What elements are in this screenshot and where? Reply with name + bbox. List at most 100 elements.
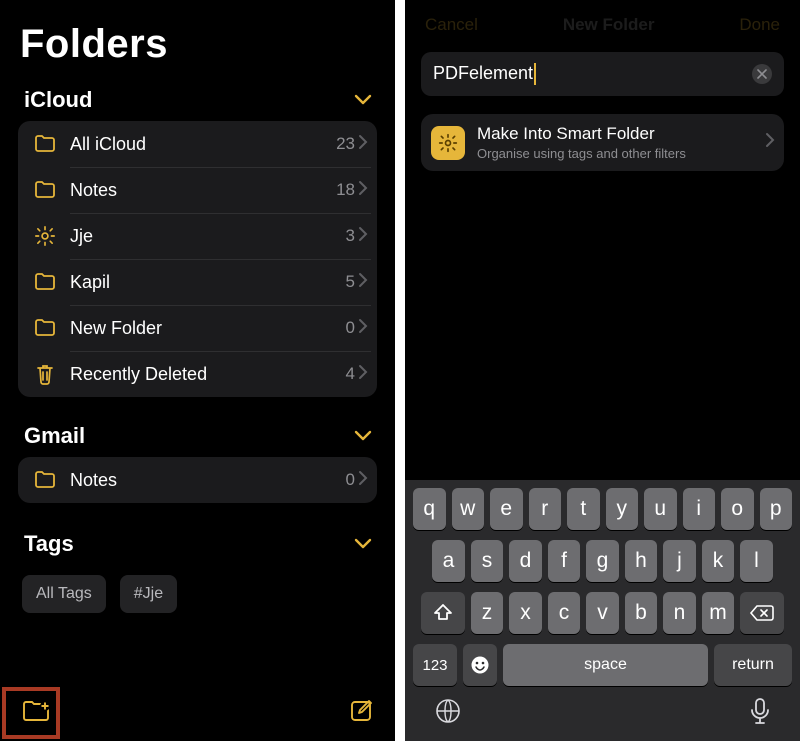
key-l[interactable]: l: [740, 540, 773, 582]
folder-count: 0: [346, 318, 355, 338]
key-k[interactable]: k: [702, 540, 735, 582]
key-t[interactable]: t: [567, 488, 600, 530]
chevron-right-icon: [359, 471, 367, 490]
smart-folder-title: Make Into Smart Folder: [477, 124, 754, 144]
folder-icon: [30, 273, 60, 291]
folder-icon: [30, 181, 60, 199]
folder-row-recently-deleted[interactable]: Recently Deleted 4: [18, 351, 377, 397]
keyboard-row-1: q w e r t y u i o p: [409, 488, 796, 530]
key-x[interactable]: x: [509, 592, 542, 634]
key-g[interactable]: g: [586, 540, 619, 582]
key-z[interactable]: z: [471, 592, 504, 634]
key-y[interactable]: y: [606, 488, 639, 530]
key-numbers[interactable]: 123: [413, 644, 457, 686]
page-title: Folders: [0, 0, 395, 77]
tag-pill-all[interactable]: All Tags: [22, 575, 106, 613]
key-m[interactable]: m: [702, 592, 735, 634]
folder-row-new-folder[interactable]: New Folder 0: [18, 305, 377, 351]
key-n[interactable]: n: [663, 592, 696, 634]
folder-row-all-icloud[interactable]: All iCloud 23: [18, 121, 377, 167]
keyboard: q w e r t y u i o p a s d f g h j k l: [405, 480, 800, 741]
chevron-right-icon: [359, 319, 367, 338]
key-s[interactable]: s: [471, 540, 504, 582]
chevron-down-icon: [355, 431, 371, 441]
key-j[interactable]: j: [663, 540, 696, 582]
folder-count: 0: [346, 470, 355, 490]
key-c[interactable]: c: [548, 592, 581, 634]
tag-list: All Tags #Jje: [0, 565, 395, 623]
key-e[interactable]: e: [490, 488, 523, 530]
folder-list-gmail: Notes 0: [18, 457, 377, 503]
folder-icon: [30, 135, 60, 153]
tag-pill-jje[interactable]: #Jje: [120, 575, 177, 613]
folder-name: All iCloud: [60, 134, 336, 155]
key-i[interactable]: i: [683, 488, 716, 530]
chevron-down-icon: [355, 95, 371, 105]
key-w[interactable]: w: [452, 488, 485, 530]
key-p[interactable]: p: [760, 488, 793, 530]
keyboard-row-4: 123 space return: [409, 644, 796, 686]
folder-name: Kapil: [60, 272, 346, 293]
folder-row-notes[interactable]: Notes 18: [18, 167, 377, 213]
key-h[interactable]: h: [625, 540, 658, 582]
key-o[interactable]: o: [721, 488, 754, 530]
gear-icon: [30, 225, 60, 247]
new-folder-screen: Cancel New Folder Done PDFelement Make I…: [405, 0, 800, 741]
folder-count: 3: [346, 226, 355, 246]
navbar: Cancel New Folder Done: [405, 14, 800, 36]
folder-name-input[interactable]: PDFelement: [421, 52, 784, 96]
folder-row-gmail-notes[interactable]: Notes 0: [18, 457, 377, 503]
input-value: PDFelement: [433, 63, 752, 85]
key-b[interactable]: b: [625, 592, 658, 634]
clear-text-button[interactable]: [752, 64, 772, 84]
compose-button[interactable]: [349, 699, 373, 728]
key-r[interactable]: r: [529, 488, 562, 530]
chevron-right-icon: [359, 181, 367, 200]
key-space[interactable]: space: [503, 644, 708, 686]
folder-icon: [30, 471, 60, 489]
keyboard-row-2: a s d f g h j k l: [409, 540, 796, 582]
folder-row-kapil[interactable]: Kapil 5: [18, 259, 377, 305]
key-emoji[interactable]: [463, 644, 497, 686]
key-a[interactable]: a: [432, 540, 465, 582]
chevron-right-icon: [359, 227, 367, 246]
dictation-icon[interactable]: [750, 698, 770, 731]
key-v[interactable]: v: [586, 592, 619, 634]
folder-name: New Folder: [60, 318, 346, 339]
section-label: Tags: [24, 531, 74, 557]
trash-icon: [30, 363, 60, 385]
key-d[interactable]: d: [509, 540, 542, 582]
key-f[interactable]: f: [548, 540, 581, 582]
key-q[interactable]: q: [413, 488, 446, 530]
done-button[interactable]: Done: [739, 15, 780, 35]
key-backspace[interactable]: [740, 592, 784, 634]
folder-count: 18: [336, 180, 355, 200]
folder-count: 23: [336, 134, 355, 154]
section-header-tags[interactable]: Tags: [0, 503, 395, 565]
navbar-title: New Folder: [563, 15, 655, 35]
section-header-icloud[interactable]: iCloud: [0, 77, 395, 121]
folder-row-jje[interactable]: Jje 3: [18, 213, 377, 259]
section-label: iCloud: [24, 87, 92, 113]
globe-icon[interactable]: [435, 698, 461, 731]
folder-list-icloud: All iCloud 23 Notes 18 Jje 3 Kapil 5: [18, 121, 377, 397]
text-caret: [534, 63, 536, 85]
folder-count: 5: [346, 272, 355, 292]
chevron-right-icon: [359, 273, 367, 292]
smart-folder-subtitle: Organise using tags and other filters: [477, 146, 754, 161]
section-label: Gmail: [24, 423, 85, 449]
key-return[interactable]: return: [714, 644, 792, 686]
key-shift[interactable]: [421, 592, 465, 634]
gear-badge-icon: [431, 126, 465, 160]
chevron-down-icon: [355, 539, 371, 549]
chevron-right-icon: [359, 135, 367, 154]
section-header-gmail[interactable]: Gmail: [0, 397, 395, 457]
key-u[interactable]: u: [644, 488, 677, 530]
make-smart-folder-row[interactable]: Make Into Smart Folder Organise using ta…: [421, 114, 784, 171]
folder-count: 4: [346, 364, 355, 384]
cancel-button[interactable]: Cancel: [425, 15, 478, 35]
highlight-annotation: [2, 687, 60, 739]
chevron-right-icon: [766, 133, 774, 152]
folder-name: Jje: [60, 226, 346, 247]
keyboard-row-3: z x c v b n m: [409, 592, 796, 634]
